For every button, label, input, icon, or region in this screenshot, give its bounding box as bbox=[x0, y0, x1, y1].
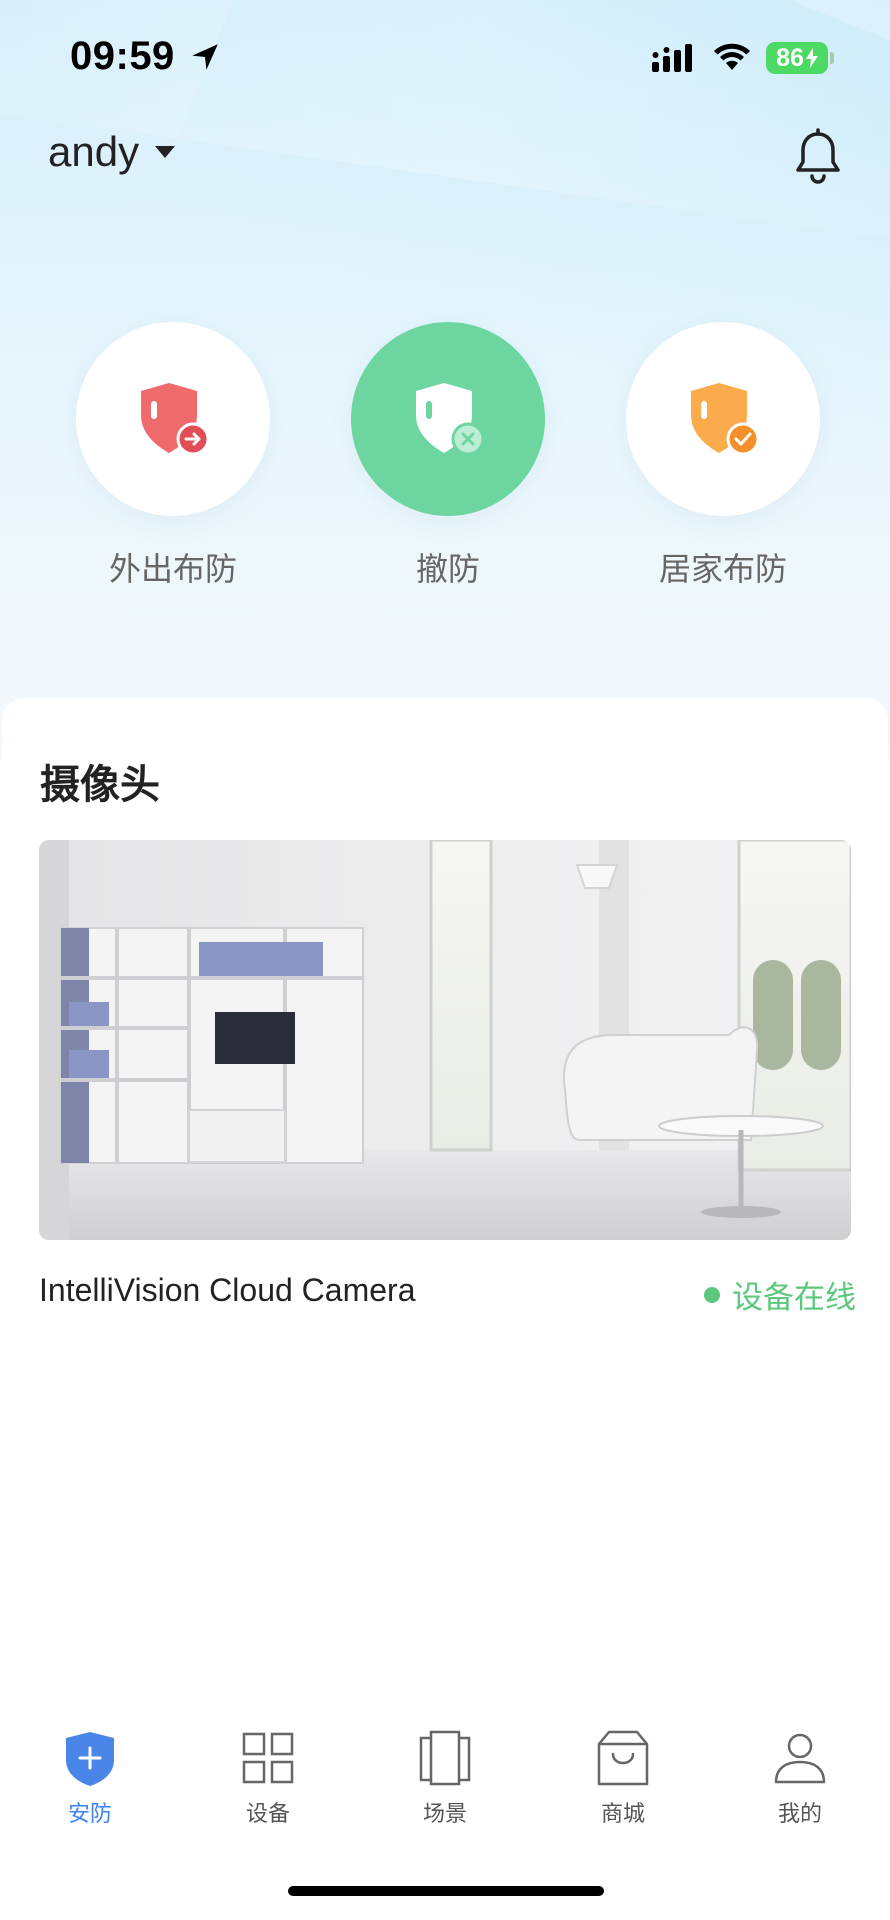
online-status-dot bbox=[704, 1286, 720, 1303]
shield-plus-icon bbox=[66, 1732, 114, 1786]
battery-tip bbox=[830, 52, 834, 64]
section-title: 摄像头 bbox=[40, 763, 160, 807]
tab-devices[interactable]: 设备 bbox=[208, 1730, 328, 1828]
person-icon bbox=[774, 1733, 826, 1784]
tab-security[interactable]: 安防 bbox=[30, 1730, 150, 1828]
away-arm-label: 外出布防 bbox=[108, 551, 237, 587]
status-bar: 09:59 86 bbox=[0, 0, 890, 120]
charging-bolt-icon bbox=[805, 48, 818, 68]
mode-circle bbox=[351, 322, 545, 516]
tab-mall[interactable]: 商城 bbox=[563, 1730, 683, 1828]
battery-indicator: 86 bbox=[766, 42, 828, 74]
grid-icon bbox=[242, 1732, 294, 1784]
bottom-tab-bar: 安防 设备 场景 商城 我的 bbox=[0, 1730, 890, 1850]
home-indicator bbox=[288, 1886, 604, 1896]
tab-label: 商城 bbox=[600, 1801, 645, 1826]
user-switcher[interactable]: andy bbox=[48, 128, 176, 176]
tab-label: 设备 bbox=[245, 1801, 290, 1826]
shield-arrow-icon bbox=[141, 383, 210, 456]
camera-snapshot-image bbox=[39, 840, 851, 1240]
away-arm-button[interactable]: 外出布防 bbox=[75, 322, 271, 590]
layers-icon bbox=[419, 1730, 471, 1786]
app-screen: 09:59 86 andy 外出布防 撤防 居家布防 摄像头 IntelliVi… bbox=[0, 0, 890, 1920]
shield-check-icon bbox=[691, 383, 760, 456]
caret-down-icon bbox=[155, 146, 176, 158]
tab-label: 我的 bbox=[777, 1801, 822, 1826]
cellular-signal-icon bbox=[652, 44, 692, 72]
tab-scenes[interactable]: 场景 bbox=[385, 1730, 505, 1828]
battery-level: 86 bbox=[776, 43, 804, 72]
tab-label: 场景 bbox=[422, 1801, 467, 1826]
shield-x-icon bbox=[416, 383, 485, 456]
home-arm-label: 居家布防 bbox=[658, 551, 787, 587]
shopping-bag-icon bbox=[597, 1730, 649, 1786]
user-name: andy bbox=[48, 128, 140, 175]
camera-preview[interactable] bbox=[39, 840, 851, 1240]
tab-label: 安防 bbox=[67, 1801, 112, 1826]
location-arrow-icon bbox=[192, 44, 218, 70]
bell-icon[interactable] bbox=[792, 128, 844, 184]
mode-circle bbox=[76, 322, 270, 516]
disarm-button[interactable]: 撤防 bbox=[350, 322, 546, 590]
camera-status: 设备在线 bbox=[704, 1272, 856, 1317]
camera-status-text: 设备在线 bbox=[732, 1280, 856, 1315]
home-arm-button[interactable]: 居家布防 bbox=[625, 322, 821, 590]
wifi-icon bbox=[714, 43, 750, 70]
camera-name: IntelliVision Cloud Camera bbox=[39, 1272, 416, 1308]
mode-circle bbox=[626, 322, 820, 516]
disarm-label: 撤防 bbox=[415, 551, 480, 587]
tab-mine[interactable]: 我的 bbox=[740, 1730, 860, 1828]
status-time: 09:59 bbox=[70, 34, 175, 78]
